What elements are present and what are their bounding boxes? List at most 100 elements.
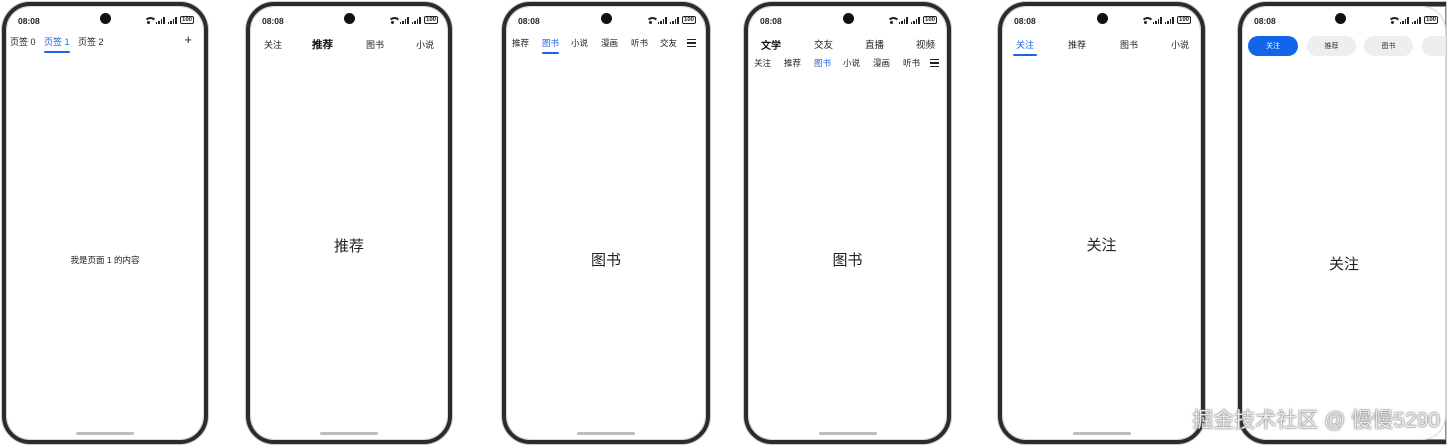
plus-icon[interactable]: +: [184, 33, 192, 46]
signal-icon-2: [1164, 16, 1174, 24]
status-icons: 100: [886, 16, 937, 24]
tab-novel[interactable]: 小说: [843, 57, 860, 69]
pill-tab-follow[interactable]: 关注: [1248, 36, 1298, 56]
camera-cutout: [842, 13, 854, 24]
battery-icon: 100: [1423, 16, 1438, 24]
top-tab-friends[interactable]: 交友: [814, 37, 833, 51]
signal-icon: [1399, 16, 1409, 24]
status-time: 08:08: [1014, 16, 1036, 26]
status-time: 08:08: [18, 16, 40, 26]
top-tab-live[interactable]: 直播: [865, 37, 884, 51]
pill-tab-books[interactable]: 图书: [1364, 36, 1413, 56]
tab-books[interactable]: 图书: [542, 37, 560, 54]
battery-icon: 100: [423, 16, 438, 24]
page-content: 关注: [1086, 237, 1117, 254]
camera-cutout: [344, 13, 355, 24]
menu-icon[interactable]: [930, 59, 939, 67]
page-content: 图书: [590, 252, 621, 269]
pill-tab-partial[interactable]: [1422, 36, 1446, 56]
camera-cutout: [601, 13, 612, 24]
battery-icon: 100: [681, 16, 696, 24]
tab-2[interactable]: 页签 2: [78, 35, 104, 48]
wifi-icon: [387, 16, 401, 24]
signal-icon: [657, 16, 667, 24]
phone-screen-4: 08:08 100 关注 推荐 图书 小说 关注: [998, 2, 1205, 444]
top-tab-video[interactable]: 视频: [916, 37, 935, 51]
tab-audiobook[interactable]: 听书: [631, 37, 648, 49]
tab-novel[interactable]: 小说: [571, 37, 588, 49]
tab-recommend[interactable]: 推荐: [784, 57, 801, 69]
tab-follow[interactable]: 关注: [264, 38, 282, 51]
camera-cutout: [1096, 13, 1108, 24]
tab-label: 关注: [1016, 40, 1035, 50]
watermark: 掘金技术社区 @ 慢慢5290: [1192, 409, 1440, 432]
menu-icon[interactable]: [687, 39, 696, 47]
tab-audiobook[interactable]: 听书: [903, 57, 920, 69]
status-time: 08:08: [262, 16, 284, 26]
signal-icon-2: [1411, 16, 1421, 24]
tab-indicator: [44, 51, 70, 53]
top-tab-literature[interactable]: 文学: [761, 37, 781, 52]
signal-icon: [399, 16, 409, 24]
status-icons: 100: [645, 16, 696, 24]
tab-follow[interactable]: 关注: [754, 57, 771, 69]
status-time: 08:08: [760, 16, 782, 26]
tab-recommend[interactable]: 推荐: [1068, 38, 1086, 51]
tab-label: 页签 1: [44, 37, 70, 47]
tab-recommend[interactable]: 推荐: [312, 37, 333, 52]
wifi-icon: [143, 16, 157, 24]
signal-icon: [155, 16, 165, 24]
tab-1[interactable]: 页签 1: [44, 35, 70, 53]
pill-tab-recommend[interactable]: 推荐: [1307, 36, 1356, 56]
phone-screen-3: 08:08 100 文学 交友 直播 视频 关注 推荐 图书 小说 漫画 听书 …: [744, 2, 951, 444]
tab-comics[interactable]: 漫画: [601, 37, 618, 49]
tab-label: 图书: [542, 38, 560, 48]
home-indicator[interactable]: [320, 432, 378, 435]
page-content: 我是页面 1 的内容: [70, 255, 140, 265]
status-icons: 100: [143, 16, 194, 24]
phone-screen-2: 08:08 100 推荐 图书 小说 漫画 听书 交友 图书: [502, 2, 710, 444]
tab-books[interactable]: 图书: [814, 57, 831, 69]
battery-icon: 100: [1176, 16, 1191, 24]
tab-books[interactable]: 图书: [1120, 38, 1138, 51]
wifi-icon: [1387, 16, 1401, 24]
home-indicator[interactable]: [577, 432, 635, 435]
signal-icon: [898, 16, 908, 24]
status-bar: 08:08 100: [250, 6, 448, 30]
signal-icon: [1152, 16, 1162, 24]
home-indicator[interactable]: [1072, 432, 1131, 435]
status-icons: 100: [387, 16, 438, 24]
tab-recommend[interactable]: 推荐: [512, 37, 529, 49]
camera-cutout: [100, 13, 111, 24]
tab-books[interactable]: 图书: [366, 38, 384, 51]
signal-icon-2: [167, 16, 177, 24]
status-bar: 08:08 100: [748, 6, 947, 30]
phone-screen-5: 08:08 100 关注 推荐 图书 关注: [1238, 2, 1446, 444]
tab-comics[interactable]: 漫画: [873, 57, 890, 69]
status-icons: 100: [1387, 16, 1438, 24]
signal-icon-2: [669, 16, 679, 24]
tab-follow[interactable]: 关注: [1013, 38, 1038, 56]
wifi-icon: [886, 16, 900, 24]
tab-friends[interactable]: 交友: [660, 37, 677, 49]
home-indicator[interactable]: [76, 432, 134, 435]
tab-novel[interactable]: 小说: [416, 38, 434, 51]
home-indicator[interactable]: [818, 432, 877, 435]
tab-novel[interactable]: 小说: [1171, 38, 1189, 51]
tab-0[interactable]: 页签 0: [10, 35, 36, 48]
camera-cutout: [1335, 13, 1346, 24]
signal-icon-2: [411, 16, 421, 24]
status-time: 08:08: [1254, 16, 1276, 26]
wifi-icon: [1140, 16, 1154, 24]
status-bar: 08:08 100: [506, 6, 706, 30]
status-bar: 08:08 100: [1242, 6, 1446, 30]
tab-indicator: [542, 52, 560, 54]
signal-icon-2: [910, 16, 920, 24]
wifi-icon: [645, 16, 659, 24]
status-icons: 100: [1140, 16, 1191, 24]
status-time: 08:08: [518, 16, 540, 26]
phone-screen-1: 08:08 100 关注 推荐 图书 小说 推荐: [246, 2, 452, 444]
page-content: 推荐: [333, 238, 364, 255]
status-bar: 08:08 100: [1002, 6, 1201, 30]
battery-icon: 100: [922, 16, 937, 24]
